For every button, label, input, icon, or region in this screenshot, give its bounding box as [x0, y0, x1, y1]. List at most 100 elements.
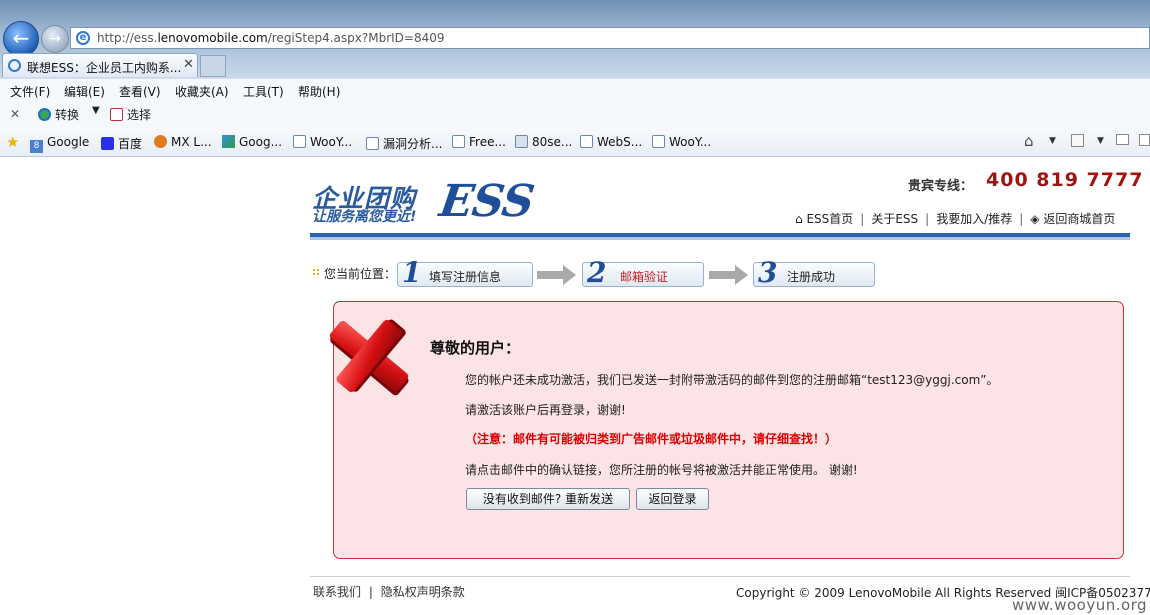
- fav-item-wooyun-2[interactable]: WooY...: [652, 135, 711, 149]
- fav-label: WooY...: [310, 135, 353, 149]
- fav-item-goog[interactable]: Goog...: [222, 135, 282, 149]
- fav-item-wooyun-1[interactable]: WooY...: [293, 135, 352, 149]
- page-icon: [293, 135, 306, 148]
- baidu-icon: [101, 137, 114, 150]
- close-toolbar-icon[interactable]: ✕: [10, 107, 20, 121]
- select-label: 选择: [127, 108, 152, 122]
- fav-label: WebS...: [597, 135, 643, 149]
- ie-page-icon: e: [76, 31, 90, 45]
- page-icon: [652, 135, 665, 148]
- favorites-star-icon[interactable]: ★: [6, 133, 19, 151]
- message-line-login: 请激活该账户后再登录，谢谢!: [465, 403, 626, 417]
- print-icon[interactable]: [1139, 134, 1150, 146]
- menu-file[interactable]: 文件(F): [10, 83, 50, 100]
- step-number: 1: [402, 256, 422, 289]
- tab-title: 联想ESS：企业员工内购系...: [27, 61, 182, 75]
- fav-label: Free...: [469, 135, 506, 149]
- warning-text: （注意：邮件有可能被归类到广告邮件或垃圾邮件中，请仔细查找！）: [465, 432, 838, 446]
- forward-button[interactable]: →: [41, 25, 69, 53]
- google-icon: 8: [30, 140, 43, 153]
- footer-link-privacy[interactable]: 隐私权声明条款: [381, 585, 465, 599]
- menu-help[interactable]: 帮助(H): [298, 83, 340, 100]
- url-domain: lenovomobile.com: [157, 31, 268, 45]
- menu-tools[interactable]: 工具(T): [243, 83, 284, 100]
- fav-item-80sec[interactable]: 80se...: [515, 135, 572, 149]
- new-tab-button[interactable]: [200, 55, 226, 77]
- ie-tab-icon: [8, 59, 21, 72]
- page-icon: [580, 135, 593, 148]
- step-arrow-icon: [709, 265, 748, 285]
- address-text[interactable]: http://ess.lenovomobile.com/regiStep4.as…: [97, 31, 445, 45]
- fav-item-free[interactable]: Free...: [452, 135, 506, 149]
- favorites-bar: ★ 8 Google 百度 MX L... Goog... WooY... 漏洞分…: [0, 128, 1150, 157]
- menu-edit[interactable]: 编辑(E): [64, 83, 105, 100]
- logo-ess: ESS: [436, 176, 537, 227]
- page-icon: [452, 135, 465, 148]
- menu-view[interactable]: 查看(V): [119, 83, 161, 100]
- link-ess-home[interactable]: ESS首页: [806, 212, 853, 226]
- home-icon: ⌂: [795, 212, 803, 226]
- fav-label: Goog...: [239, 135, 283, 149]
- step-label: 注册成功: [787, 270, 836, 284]
- fav-item-baidu[interactable]: 百度: [101, 135, 142, 152]
- rss-icon[interactable]: [1071, 134, 1084, 147]
- url-path: /regiStep4.aspx?MbrID=8409: [267, 31, 445, 45]
- hotline-number: 400 819 7777: [986, 169, 1144, 191]
- step-2: 2 邮箱验证: [582, 256, 704, 289]
- return-icon: ◈: [1030, 212, 1040, 226]
- google-maps-icon: [222, 135, 235, 148]
- menu-bar: 文件(F) 编辑(E) 查看(V) 收藏夹(A) 工具(T) 帮助(H): [0, 78, 1150, 101]
- location-dots-icon: [312, 268, 320, 276]
- fav-item-webs[interactable]: WebS...: [580, 135, 642, 149]
- logo-slogan: 让服务离您更近!: [312, 209, 417, 225]
- hotline-label: 贵宾专线：: [908, 179, 974, 194]
- footer-link-contact[interactable]: 联系我们: [313, 585, 361, 599]
- message-line-activation: 您的帐户还未成功激活，我们已发送一封附带激活码的邮件到您的注册邮箱“test12…: [465, 373, 999, 387]
- back-arrow-icon: ←: [12, 26, 30, 50]
- tab-active[interactable]: 联想ESS：企业员工内购系... ✕: [2, 53, 198, 77]
- link-join-recommend[interactable]: 我要加入/推荐: [936, 212, 1012, 226]
- home-icon[interactable]: ⌂: [1024, 132, 1034, 150]
- link-about-ess[interactable]: 关于ESS: [871, 212, 918, 226]
- fav-label: Google: [47, 135, 90, 149]
- watermark-text: www.wooyun.org: [1012, 596, 1148, 614]
- fav-item-vuln[interactable]: 漏洞分析...: [366, 135, 442, 152]
- step-number: 2: [587, 256, 607, 289]
- command-bar: ✕ 转换 ▼ 选择: [0, 100, 1150, 128]
- back-to-login-button[interactable]: 返回登录: [636, 488, 709, 510]
- footer-links: 联系我们 | 隐私权声明条款: [313, 585, 465, 599]
- home-dropdown-icon[interactable]: ▼: [1049, 136, 1056, 146]
- message-line-confirm: 请点击邮件中的确认链接，您所注册的帐号将被激活并能正常使用。 谢谢!: [465, 463, 858, 477]
- mail-icon[interactable]: [1116, 134, 1129, 145]
- translate-dropdown-icon[interactable]: ▼: [92, 105, 100, 116]
- back-button[interactable]: ←: [3, 21, 39, 57]
- address-bar[interactable]: e http://ess.lenovomobile.com/regiStep4.…: [70, 27, 1150, 49]
- fav-item-mx[interactable]: MX L...: [154, 135, 212, 149]
- resend-email-button[interactable]: 没有收到邮件? 重新发送: [466, 488, 630, 510]
- fav-label: WooY...: [669, 135, 712, 149]
- error-x-icon: [329, 319, 409, 396]
- forward-arrow-icon: →: [49, 31, 61, 47]
- step-label: 邮箱验证: [620, 270, 669, 284]
- step-number: 3: [758, 256, 778, 289]
- menu-favorites[interactable]: 收藏夹(A): [175, 83, 229, 100]
- fav-label: 漏洞分析...: [383, 137, 443, 151]
- translate-icon: [38, 108, 51, 121]
- step-label: 填写注册信息: [429, 270, 502, 284]
- location-label: 您当前位置：: [324, 267, 397, 281]
- tab-close-icon[interactable]: ✕: [183, 57, 194, 72]
- fav-item-google[interactable]: 8 Google: [30, 135, 89, 153]
- header-links: ⌂ ESS首页 | 关于ESS | 我要加入/推荐 | ◈ 返回商城首页: [795, 212, 1116, 226]
- step-arrow-icon: [537, 265, 576, 285]
- select-button[interactable]: 选择: [110, 106, 151, 123]
- rss-dropdown-icon[interactable]: ▼: [1097, 136, 1104, 146]
- translate-label: 转换: [55, 108, 80, 122]
- fav-label: 80se...: [532, 135, 573, 149]
- translate-button[interactable]: 转换: [38, 106, 79, 123]
- link-back-to-mall[interactable]: 返回商城首页: [1043, 212, 1115, 226]
- url-prefix: http://ess.: [97, 31, 158, 45]
- page-icon: [515, 135, 528, 148]
- header-divider-light: [310, 237, 1130, 240]
- step-1: 1 填写注册信息: [397, 256, 533, 289]
- fav-label: 百度: [118, 137, 143, 151]
